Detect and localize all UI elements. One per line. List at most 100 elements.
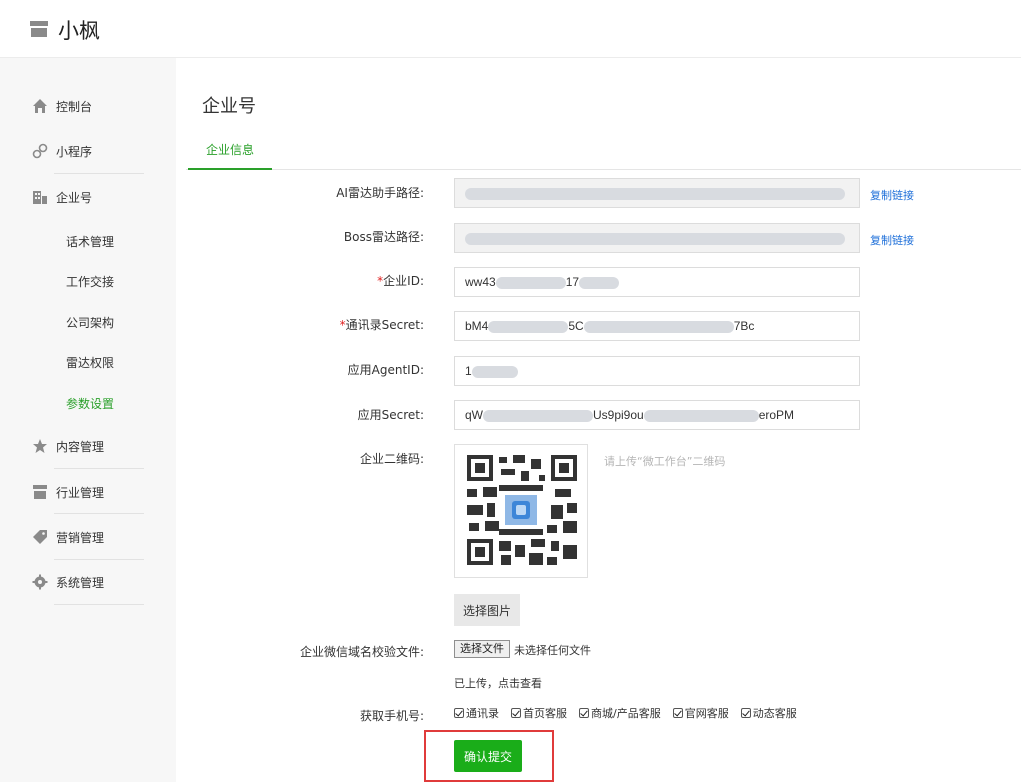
field-value: eroPM [758,408,795,422]
main-content: 企业号 企业信息 AI雷达助手路径: 复制链接 Boss雷达路径: 复制链接 *… [176,58,1021,782]
top-bar: 小枫 [0,0,1021,58]
checkbox-dynamic-service[interactable]: 动态客服 [740,705,797,721]
checkbox-label: 通讯录 [466,707,499,720]
sidebar: 控制台 小程序 企业号 话术管理 工作交接 公司架构 雷达权限 参数设置 内容管… [0,58,176,782]
store-icon [30,21,48,37]
gear-icon [32,574,48,590]
field-value: ww43 [465,275,496,289]
divider [54,513,144,514]
sidebar-item-marketing[interactable]: 营销管理 [0,519,176,555]
agent-id-label: 应用AgentID: [347,363,424,377]
divider [54,468,144,469]
boss-radar-path-field[interactable] [454,223,860,253]
sidebar-item-miniprogram[interactable]: 小程序 [0,133,176,169]
sidebar-item-label: 企业号 [56,191,93,205]
sidebar-item-industry[interactable]: 行业管理 [0,474,176,510]
checkbox-checked-icon [740,708,751,718]
field-value: 5C [568,319,584,333]
sidebar-subitem-handover[interactable]: 工作交接 [66,273,114,290]
checkbox-label: 商城/产品客服 [591,707,661,720]
ai-radar-label: AI雷达助手路径: [336,186,424,200]
checkbox-checked-icon [454,708,464,718]
divider [54,604,144,605]
blurred-text [465,232,845,245]
submit-button[interactable]: 确认提交 [454,740,522,772]
blurred-text [483,409,593,422]
checkbox-home-service[interactable]: 首页客服 [511,705,567,721]
blurred-text [579,276,620,289]
app-secret-label: 应用Secret: [357,408,424,422]
corp-id-input[interactable]: ww43 17 [454,267,860,297]
qrcode-label: 企业二维码: [359,452,424,466]
contacts-secret-label-text: 通讯录Secret: [345,318,424,332]
qrcode-image [455,445,587,577]
highlight-box: 确认提交 [424,730,554,782]
star-icon [33,439,47,453]
sidebar-item-content[interactable]: 内容管理 [0,428,176,464]
sidebar-item-enterprise[interactable]: 企业号 [0,179,176,215]
sidebar-item-label: 内容管理 [56,440,105,454]
checkbox-label: 动态客服 [752,707,797,720]
choose-image-button[interactable]: 选择图片 [454,594,520,626]
blurred-text [488,320,569,333]
miniprogram-icon [32,143,48,159]
page-title: 企业号 [202,96,256,117]
qrcode-preview[interactable] [454,444,588,578]
checkbox-checked-icon [579,708,589,718]
ai-radar-path-field[interactable] [454,178,860,208]
field-value: 7Bc [733,319,755,333]
checkbox-contacts[interactable]: 通讯录 [454,705,499,721]
sidebar-item-system[interactable]: 系统管理 [0,564,176,600]
field-value: 1 [465,364,472,378]
no-file-text: 未选择任何文件 [514,644,591,657]
blurred-text [495,276,566,289]
sidebar-item-label: 营销管理 [56,531,105,545]
sidebar-item-label: 控制台 [56,100,93,114]
checkbox-website-service[interactable]: 官网客服 [672,705,729,721]
checkbox-label: 首页客服 [523,707,567,720]
blurred-text [583,320,734,333]
sidebar-subitem-settings[interactable]: 参数设置 [66,395,114,412]
corp-id-label-text: 企业ID: [383,274,424,288]
contacts-secret-label: *通讯录Secret: [340,316,424,333]
field-value: bM4 [465,319,489,333]
agent-id-input[interactable]: 1 [454,356,860,386]
qrcode-hint: 请上传“微工作台”二维码 [604,455,726,468]
checkbox-mall-service[interactable]: 商城/产品客服 [579,705,661,721]
checkbox-checked-icon [511,708,521,718]
blurred-text [465,187,845,200]
checkbox-checked-icon [672,708,683,718]
home-icon [33,99,47,113]
copy-link-boss-radar[interactable]: 复制链接 [870,232,914,248]
field-value: Us9pi9ou [593,408,644,422]
tab-enterprise-info[interactable]: 企业信息 [188,144,272,170]
domain-file-label: 企业微信域名校验文件: [299,645,424,659]
blurred-text [471,365,518,378]
sidebar-subitem-org[interactable]: 公司架构 [66,314,114,331]
divider [54,559,144,560]
app-secret-input[interactable]: qW Us9pi9ou eroPM [454,400,860,430]
brand-name: 小枫 [58,19,100,43]
sidebar-item-label: 系统管理 [56,576,105,590]
blurred-text [643,409,759,422]
phone-options: 通讯录 首页客服 商城/产品客服 官网客服 动态客服 [454,705,809,721]
sidebar-item-dashboard[interactable]: 控制台 [0,88,176,124]
sidebar-subitem-radar-permission[interactable]: 雷达权限 [66,354,114,371]
sidebar-item-label: 行业管理 [56,486,105,500]
store-icon [33,485,47,499]
checkbox-label: 官网客服 [684,707,729,720]
contacts-secret-input[interactable]: bM4 5C 7Bc [454,311,860,341]
copy-link-ai-radar[interactable]: 复制链接 [870,187,914,203]
sidebar-item-label: 小程序 [56,145,93,159]
building-icon [33,191,47,204]
divider [54,173,144,174]
tab-bar: 企业信息 [186,144,1021,170]
uploaded-view-link[interactable]: 已上传，点击查看 [454,675,542,691]
choose-file-button[interactable]: 选择文件 [454,640,510,658]
boss-radar-label: Boss雷达路径: [343,230,424,244]
tag-icon [33,530,47,544]
corp-id-label: *企业ID: [377,272,424,289]
field-value: qW [465,408,483,422]
sidebar-subitem-scripts[interactable]: 话术管理 [66,233,114,250]
field-value: 17 [565,275,580,289]
